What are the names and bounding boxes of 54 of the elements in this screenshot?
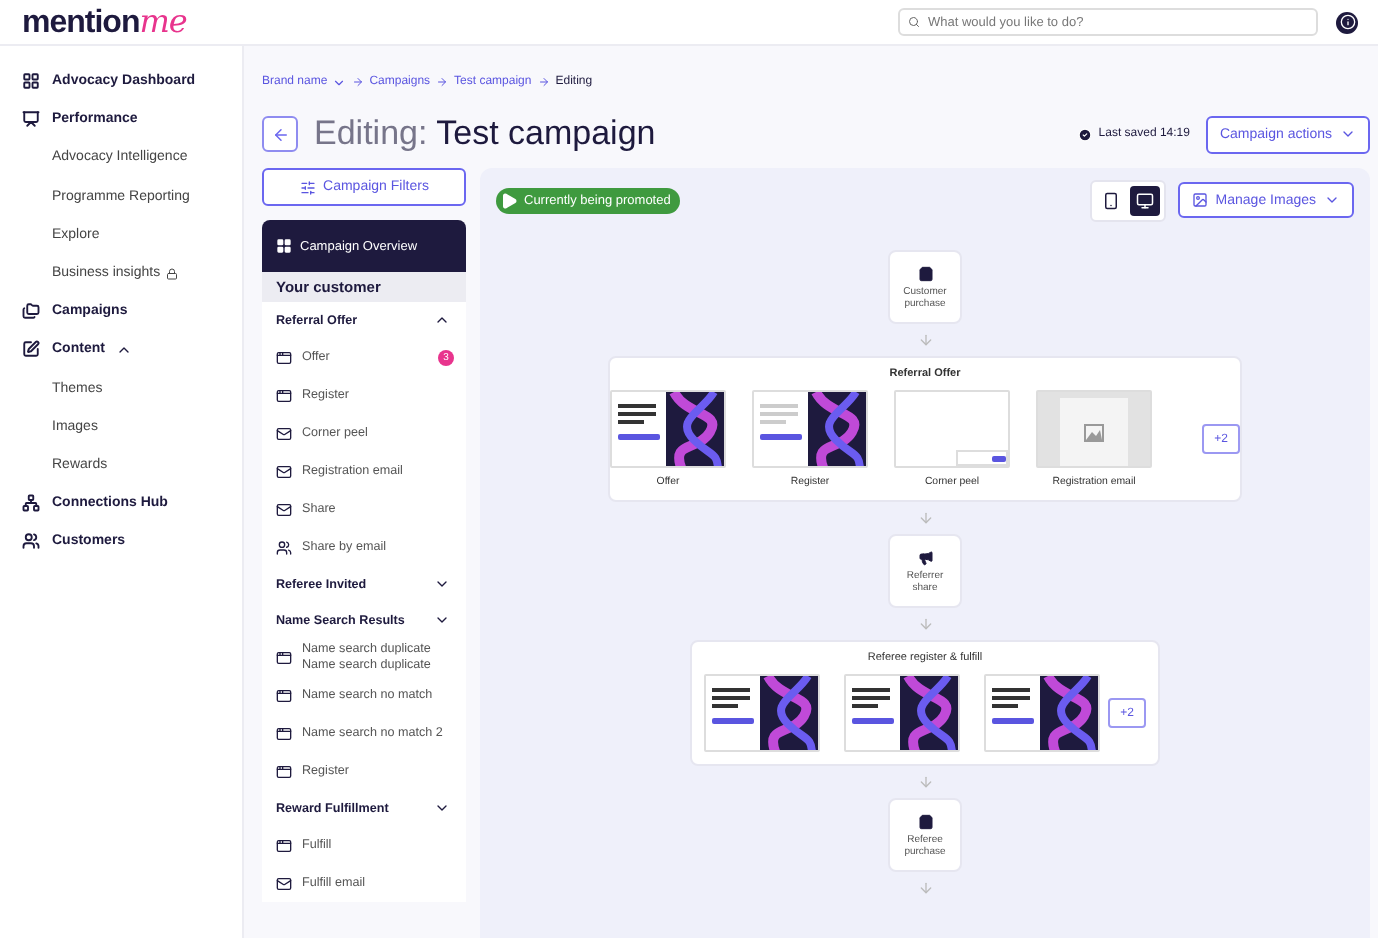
page-preview — [752, 390, 868, 468]
window-icon — [276, 725, 292, 741]
window-icon — [276, 837, 292, 853]
mail-icon — [276, 425, 292, 441]
page-title: Editing: Test campaign — [314, 114, 656, 154]
page-preview — [894, 390, 1010, 468]
monitor-icon — [1135, 191, 1154, 209]
window-icon — [276, 649, 292, 665]
grid-icon — [22, 72, 40, 91]
window-icon — [276, 687, 292, 703]
chevron-up-icon — [434, 312, 450, 328]
chevron-down-icon — [434, 800, 450, 816]
arrow-right-icon — [351, 76, 364, 88]
check-icon — [1078, 127, 1093, 141]
back-button[interactable] — [262, 116, 298, 152]
page-preview — [844, 674, 960, 752]
arrow-right-icon — [537, 76, 550, 88]
desktop-view-button[interactable] — [1129, 185, 1160, 215]
network-icon — [22, 494, 40, 513]
play-icon — [500, 191, 518, 209]
arrow-left-icon — [271, 125, 289, 143]
logo[interactable]: mentionme — [22, 2, 187, 42]
megaphone-icon — [917, 549, 933, 565]
arrow-right-icon — [436, 76, 449, 88]
window-icon — [276, 349, 292, 365]
folders-icon — [22, 302, 40, 321]
chevron-down-icon — [434, 576, 450, 592]
image-icon — [1191, 192, 1208, 208]
mail-icon — [276, 463, 292, 479]
arrow-down-icon — [917, 510, 933, 526]
mail-icon — [276, 875, 292, 891]
arrow-down-icon — [917, 774, 933, 790]
arrow-down-icon — [917, 332, 933, 348]
mail-icon — [276, 501, 292, 517]
page-preview — [704, 674, 820, 752]
search-icon — [908, 16, 920, 28]
info-icon[interactable] — [1336, 11, 1358, 33]
people-icon — [22, 532, 40, 551]
people-icon — [276, 539, 292, 555]
grid-icon — [276, 238, 292, 254]
image-icon — [1084, 423, 1104, 441]
chevron-down-icon — [1340, 126, 1356, 142]
chevron-down-icon — [434, 612, 450, 628]
phone-icon — [1101, 191, 1120, 209]
chevron-down-icon — [1324, 192, 1340, 208]
window-icon — [276, 387, 292, 403]
arrow-down-icon — [917, 880, 933, 896]
sliders-icon — [299, 179, 316, 195]
presentation-icon — [22, 110, 40, 129]
window-icon — [276, 763, 292, 779]
page-preview — [984, 674, 1100, 752]
arrow-down-icon — [917, 616, 933, 632]
pen-icon — [22, 340, 40, 359]
chevron-down-icon — [331, 75, 346, 89]
